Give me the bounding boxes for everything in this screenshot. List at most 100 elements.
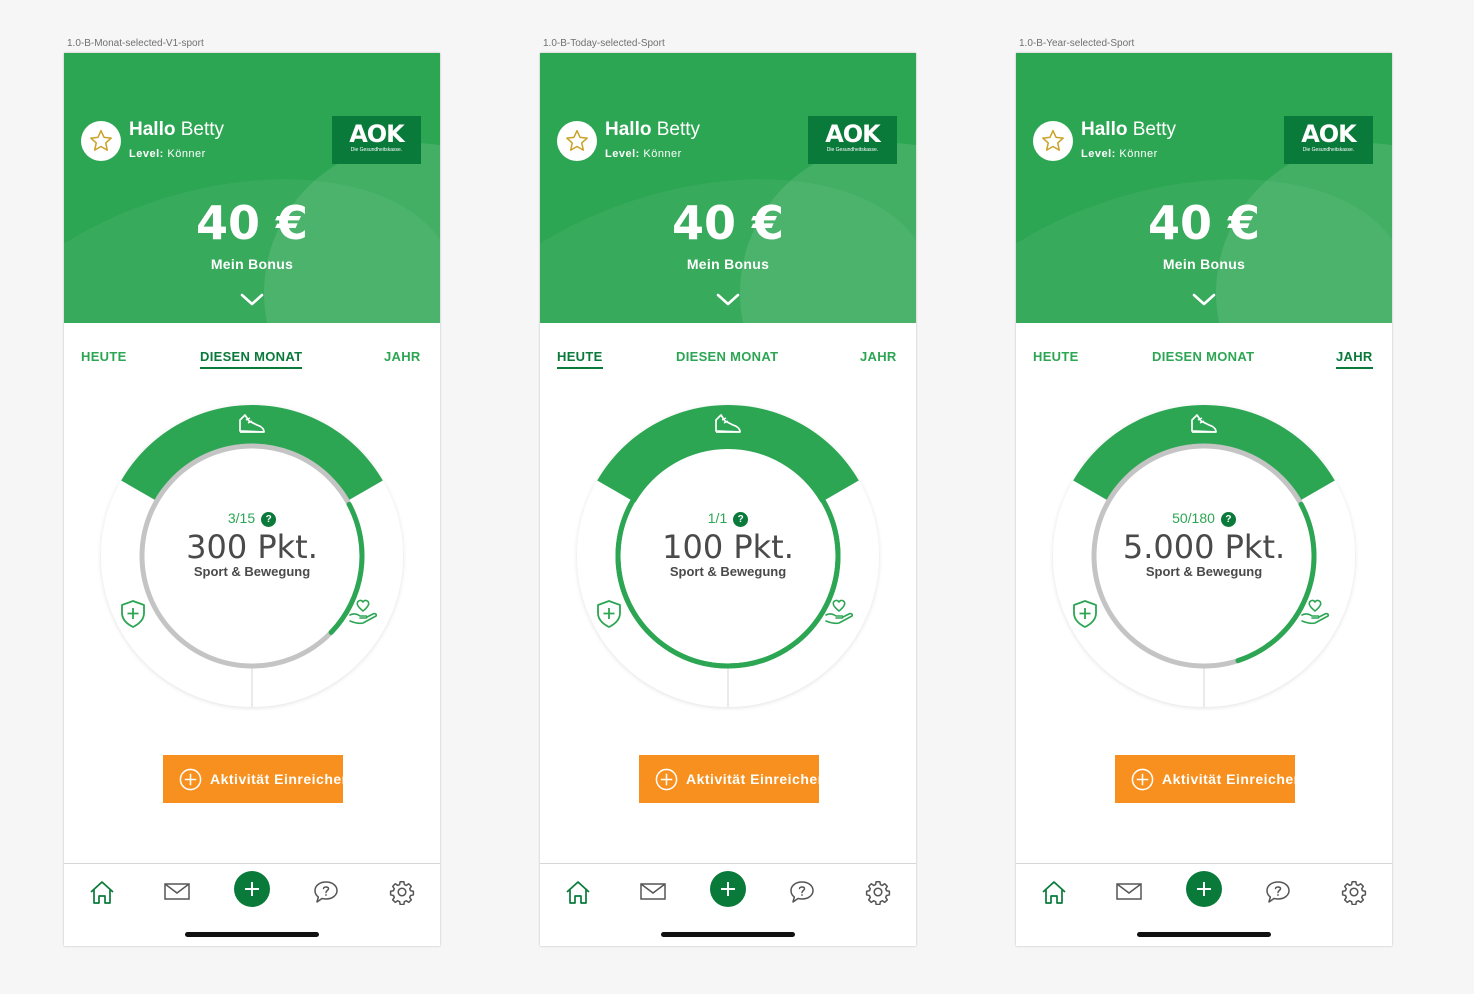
greeting: Hallo Betty — [1081, 119, 1176, 141]
star-icon — [566, 129, 588, 151]
phone-screen-3: Hallo Betty Level: Könner AOK Die Gesund… — [1016, 53, 1392, 946]
logo-mark: AOK — [349, 120, 405, 148]
submit-activity-label: Aktivität Einreichen — [210, 771, 343, 787]
aok-logo: AOK Die Gesundheitskasse. — [808, 116, 897, 164]
greeting: Hallo Betty — [129, 119, 224, 141]
ring-points: 5.000 Pkt. — [1122, 528, 1286, 566]
avatar[interactable] — [557, 121, 597, 161]
greeting-prefix: Hallo — [1081, 119, 1128, 140]
tab-heute[interactable]: HEUTE — [81, 349, 127, 367]
mail-icon[interactable] — [159, 874, 195, 910]
ring-fraction: 50/180? — [1016, 510, 1392, 527]
chat-question-icon[interactable] — [1260, 874, 1296, 910]
logo-mark: AOK — [1301, 120, 1357, 148]
mail-icon[interactable] — [635, 874, 671, 910]
avatar[interactable] — [81, 121, 121, 161]
bonus-amount: 40 € — [1147, 196, 1261, 250]
add-icon[interactable] — [710, 871, 746, 907]
points-fraction: 50/180 — [1172, 510, 1215, 526]
logo-claim: Die Gesundheitskasse. — [826, 147, 879, 153]
tab-diesen-monat[interactable]: DIESEN MONAT — [676, 349, 778, 367]
add-circle-icon — [179, 768, 202, 791]
logo-claim: Die Gesundheitskasse. — [350, 147, 403, 153]
period-tabs: HEUTE DIESEN MONAT JAHR — [540, 349, 916, 373]
settings-gear-icon[interactable] — [860, 874, 896, 910]
chevron-down-icon[interactable] — [240, 293, 264, 307]
aok-logo: AOK Die Gesundheitskasse. — [332, 116, 421, 164]
level: Level: Könner — [605, 148, 682, 160]
tab-heute[interactable]: HEUTE — [1033, 349, 1079, 367]
submit-activity-label: Aktivität Einreichen — [1162, 771, 1295, 787]
level-label: Level: — [129, 148, 164, 160]
home-indicator — [185, 932, 319, 937]
logo-claim: Die Gesundheitskasse. — [1302, 147, 1355, 153]
home-indicator — [1137, 932, 1271, 937]
level-label: Level: — [605, 148, 640, 160]
bonus-label: Mein Bonus — [686, 256, 770, 272]
user-name: Betty — [1132, 119, 1177, 140]
tab-diesen-monat[interactable]: DIESEN MONAT — [1152, 349, 1254, 367]
home-icon[interactable] — [84, 874, 120, 910]
period-tabs: HEUTE DIESEN MONAT JAHR — [64, 349, 440, 373]
tab-jahr[interactable]: JAHR — [860, 349, 897, 367]
level-value: Könner — [643, 148, 682, 160]
phone-screen-1: Hallo Betty Level: Könner AOK Die Gesund… — [64, 53, 440, 946]
points-fraction: 3/15 — [227, 510, 256, 526]
avatar[interactable] — [1033, 121, 1073, 161]
bonus-amount: 40 € — [671, 196, 785, 250]
bottom-nav — [64, 863, 440, 946]
points-fraction: 1/1 — [707, 510, 728, 526]
ring-category: Sport & Bewegung — [669, 564, 787, 579]
submit-activity-button[interactable]: Aktivität Einreichen — [163, 755, 343, 803]
user-name: Betty — [656, 119, 701, 140]
tab-diesen-monat[interactable]: DIESEN MONAT — [200, 349, 303, 369]
greeting-prefix: Hallo — [605, 119, 652, 140]
frame-label-today: 1.0-B-Today-selected-Sport — [543, 38, 665, 49]
add-circle-icon — [1131, 768, 1154, 791]
greeting: Hallo Betty — [605, 119, 700, 141]
help-icon[interactable]: ? — [1220, 512, 1236, 527]
settings-gear-icon[interactable] — [1336, 874, 1372, 910]
bonus-label: Mein Bonus — [210, 256, 294, 272]
submit-activity-button[interactable]: Aktivität Einreichen — [639, 755, 819, 803]
home-indicator — [661, 932, 795, 937]
period-tabs: HEUTE DIESEN MONAT JAHR — [1016, 349, 1392, 373]
add-icon[interactable] — [234, 871, 270, 907]
bottom-nav — [540, 863, 916, 946]
help-icon[interactable]: ? — [261, 512, 277, 527]
chat-question-icon[interactable] — [308, 874, 344, 910]
chevron-down-icon[interactable] — [1192, 293, 1216, 307]
settings-gear-icon[interactable] — [384, 874, 420, 910]
tab-heute[interactable]: HEUTE — [557, 349, 603, 369]
frame-label-year: 1.0-B-Year-selected-Sport — [1019, 38, 1135, 49]
frame-label-month: 1.0-B-Monat-selected-V1-sport — [67, 38, 204, 49]
home-icon[interactable] — [560, 874, 596, 910]
submit-activity-button[interactable]: Aktivität Einreichen — [1115, 755, 1295, 803]
tab-jahr[interactable]: JAHR — [384, 349, 421, 367]
bonus-header: Hallo Betty Level: Könner AOK Die Gesund… — [64, 53, 440, 323]
bonus-header: Hallo Betty Level: Könner AOK Die Gesund… — [540, 53, 916, 323]
ring-points: 100 Pkt. — [662, 528, 794, 566]
add-circle-icon — [655, 768, 678, 791]
home-icon[interactable] — [1036, 874, 1072, 910]
help-icon[interactable]: ? — [733, 512, 749, 527]
chat-question-icon[interactable] — [784, 874, 820, 910]
level-value: Könner — [1119, 148, 1158, 160]
level-value: Könner — [167, 148, 206, 160]
level: Level: Könner — [1081, 148, 1158, 160]
chevron-down-icon[interactable] — [716, 293, 740, 307]
star-icon — [1042, 129, 1064, 151]
bonus-label: Mein Bonus — [1162, 256, 1246, 272]
logo-mark: AOK — [825, 120, 881, 148]
add-icon[interactable] — [1186, 871, 1222, 907]
level-label: Level: — [1081, 148, 1116, 160]
ring-category: Sport & Bewegung — [1145, 564, 1263, 579]
mail-icon[interactable] — [1111, 874, 1147, 910]
bonus-amount: 40 € — [195, 196, 309, 250]
aok-logo: AOK Die Gesundheitskasse. — [1284, 116, 1373, 164]
star-icon — [90, 129, 112, 151]
ring-points: 300 Pkt. — [186, 528, 318, 566]
bonus-header: Hallo Betty Level: Könner AOK Die Gesund… — [1016, 53, 1392, 323]
ring-fraction: 3/15? — [64, 510, 440, 527]
tab-jahr[interactable]: JAHR — [1336, 349, 1373, 369]
